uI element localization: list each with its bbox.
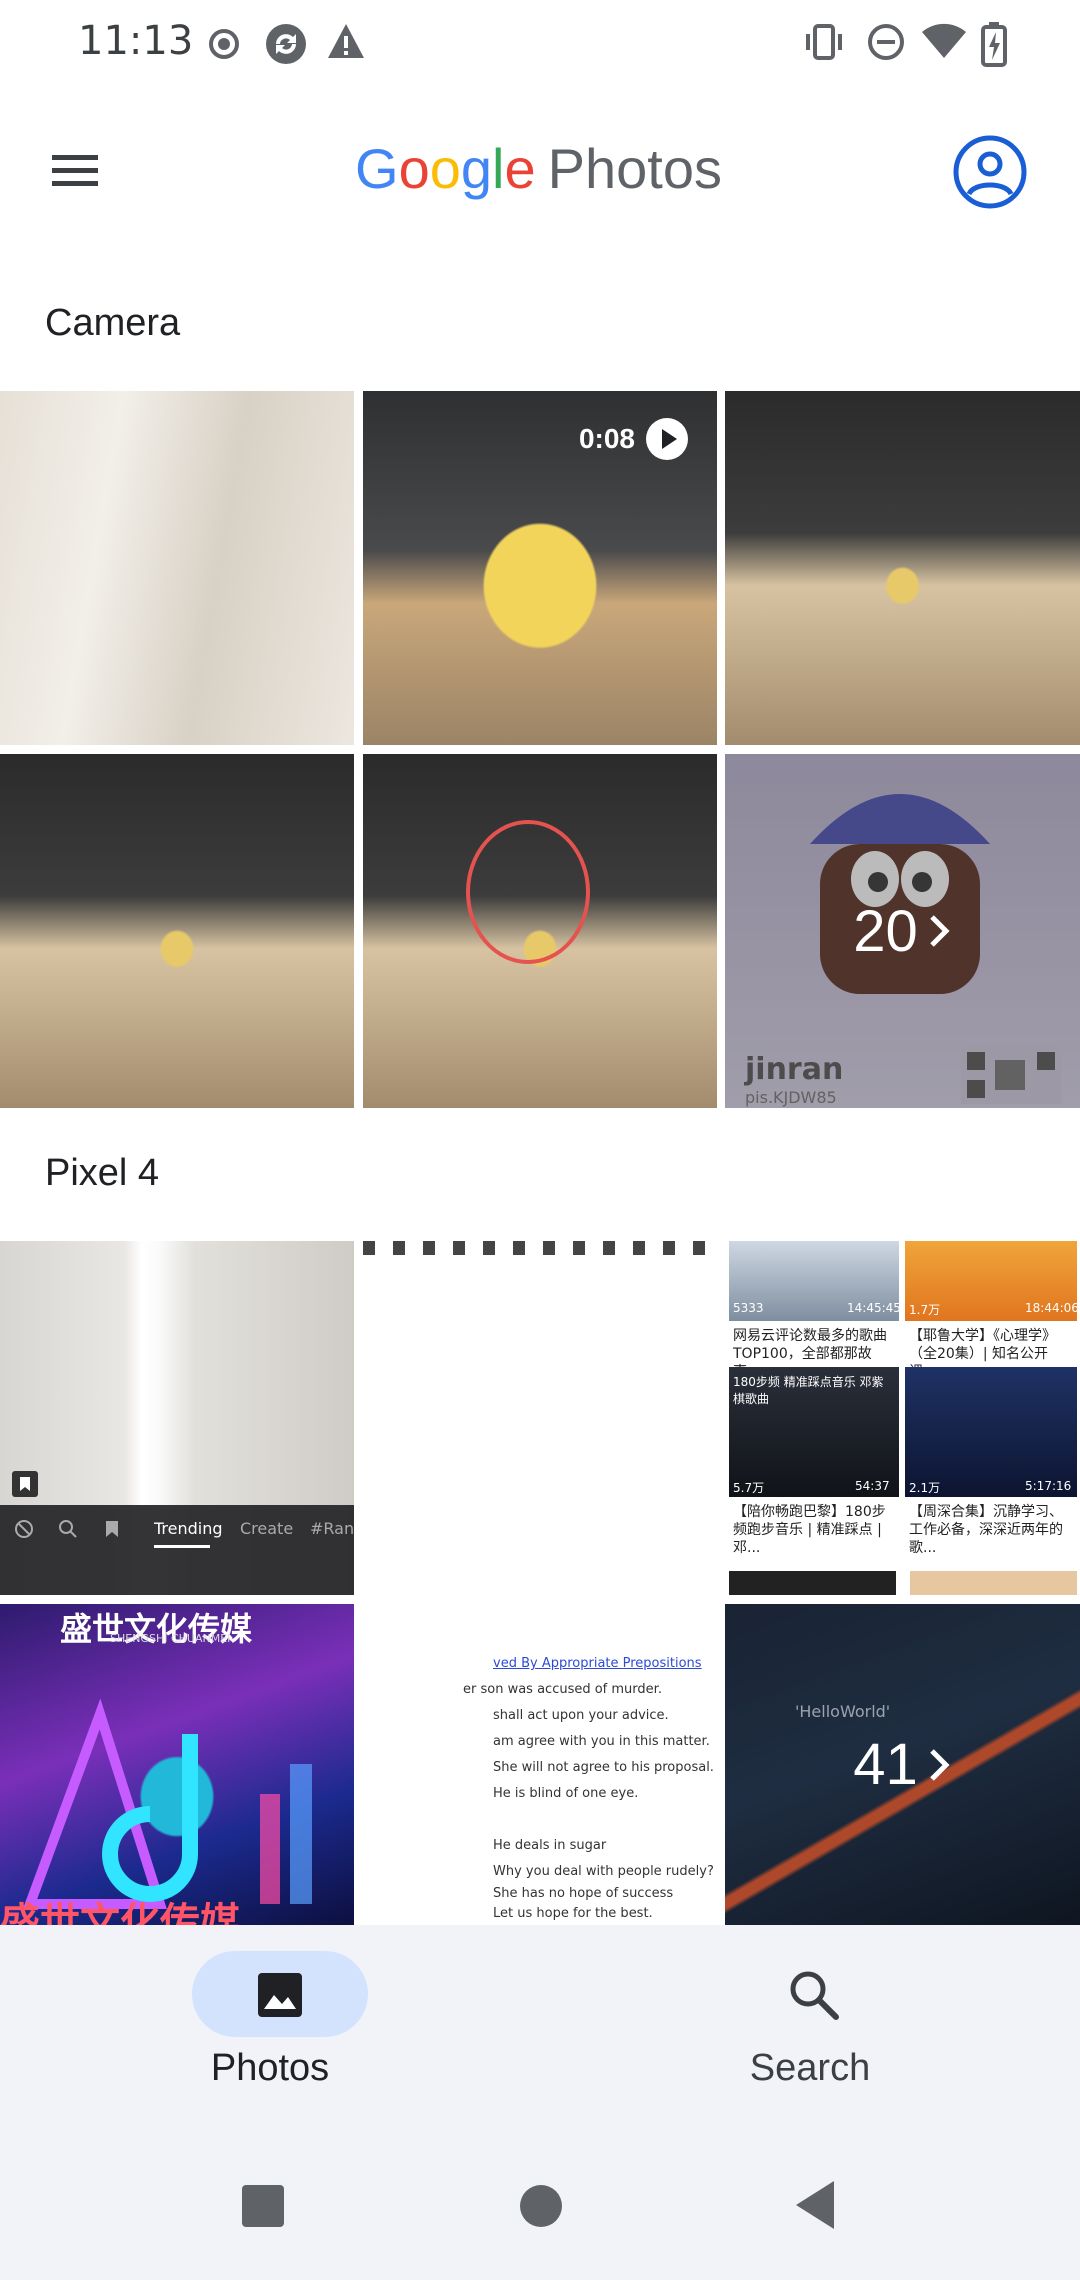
app-logo: Google Photos [355, 136, 722, 201]
chevron-right-icon [929, 915, 950, 947]
more-photos-tile[interactable]: 'HelloWorld' 41 [725, 1604, 1080, 1925]
logo-letter: o [398, 137, 430, 200]
play-icon [646, 418, 688, 460]
doc-line: shall act upon your advice. [493, 1708, 669, 1723]
status-bar: 11:13 [0, 0, 1080, 90]
logo-letter: G [355, 137, 399, 200]
image-subtitle-text: SHENGSHI CHUANMEI [110, 1632, 231, 1645]
document-thumbnail[interactable]: ved By Appropriate Prepositions er son w… [363, 1604, 717, 1925]
bookmark-icon [12, 1471, 38, 1497]
video-duration: 0:08 [578, 423, 635, 454]
chevron-right-icon [929, 1748, 950, 1781]
battery-charging-icon [981, 22, 1007, 67]
active-tab-indicator [154, 1545, 210, 1548]
logo-photos-word: Photos [547, 137, 722, 200]
video-card-meta: 1.7万 [909, 1303, 941, 1317]
photo-thumbnail[interactable] [363, 754, 717, 1108]
doc-line: He deals in sugar [493, 1838, 607, 1853]
video-thumbnail[interactable]: 0:08 [363, 391, 717, 745]
doc-line: ved By Appropriate Prepositions [493, 1656, 702, 1671]
search-icon [790, 1971, 839, 2020]
video-card-duration: 18:44:06 [1025, 1301, 1079, 1315]
more-count: 41 [853, 1732, 918, 1797]
video-card-title: 【周深合集】沉静学习、工作必备，深深近两年的歌... [909, 1504, 1063, 1556]
warning-icon [328, 24, 364, 58]
logo-letter: o [429, 137, 461, 200]
doc-line: He is blind of one eye. [493, 1786, 639, 1801]
photo-thumbnail[interactable] [0, 754, 354, 1108]
video-card-banner: 180步频 精准踩点音乐 邓紫棋歌曲 [733, 1375, 884, 1406]
overlay-tab-trending: Trending [154, 1519, 223, 1538]
doc-line: She will not agree to his proposal. [493, 1760, 714, 1775]
video-card-duration: 54:37 [855, 1479, 890, 1493]
video-card-meta: 2.1万 [909, 1481, 941, 1495]
nav-item-search[interactable]: Search [660, 1925, 960, 2125]
video-card-thumb [905, 1367, 1077, 1497]
do-not-disturb-icon [868, 24, 904, 60]
section-title-camera: Camera [45, 302, 181, 344]
more-count-overlay: 41 [725, 1604, 1080, 1925]
photo-thumbnail[interactable] [725, 391, 1080, 745]
wifi-icon [922, 23, 966, 58]
doc-text-strip [363, 1241, 717, 1255]
record-icon [209, 29, 239, 59]
menu-icon [52, 155, 98, 186]
doc-line: er son was accused of murder. [463, 1682, 662, 1697]
video-card-duration: 5:17:16 [1025, 1479, 1072, 1493]
doc-line: Why you deal with people rudely? [493, 1864, 714, 1879]
video-card-meta: 5.7万 [733, 1481, 765, 1495]
nav-label-search: Search [749, 2047, 871, 2089]
nav-label-photos: Photos [210, 2047, 330, 2089]
back-icon[interactable] [792, 2179, 838, 2231]
image-footer-text: 盛世文化传媒 [0, 1900, 240, 1925]
sync-icon [266, 24, 306, 64]
video-duration-badge: 0:08 [579, 417, 689, 461]
account-button[interactable] [952, 134, 1028, 210]
system-navigation-bar [0, 2125, 1080, 2280]
doc-line: She has no hope of success [493, 1886, 674, 1901]
bookmark-icon [106, 1521, 118, 1537]
video-card-title: 【陪你畅跑巴黎】180步频跑步音乐 | 精准踩点 | 邓... [733, 1504, 886, 1556]
status-time: 11:13 [78, 18, 194, 64]
home-icon[interactable] [518, 2183, 564, 2229]
bottom-navigation: Photos Search [0, 1925, 1080, 2125]
section-title-pixel-4: Pixel 4 [45, 1152, 160, 1194]
overlay-tab-hashtag: #Ran [310, 1519, 354, 1538]
nav-item-photos[interactable]: Photos [120, 1925, 420, 2125]
video-card-meta: 5333 [733, 1301, 764, 1315]
screenshot-thumbnail[interactable] [363, 1241, 717, 1595]
overlay-tab-bar: Trending Create #Ran [0, 1505, 354, 1595]
logo-letter: e [504, 137, 536, 200]
logo-letter: l [492, 137, 505, 200]
block-icon [15, 1520, 33, 1538]
neon-logo-graphic [22, 1698, 312, 1909]
more-count-overlay: 20 [725, 754, 1080, 1108]
doc-line: am agree with you in this matter. [493, 1734, 710, 1749]
search-icon [59, 1520, 77, 1538]
photo-thumbnail[interactable] [0, 391, 354, 745]
video-card-duration: 14:45:45 [847, 1301, 901, 1315]
drawn-circle-annotation [466, 820, 590, 964]
doc-line: Let us hope for the best. [493, 1906, 653, 1921]
more-photos-tile[interactable]: jinran pis.KJDW85 20 [725, 754, 1080, 1108]
screenshot-thumbnail[interactable]: 5333 14:45:45 网易云评论数最多的歌曲TOP100，全部都那故事， … [725, 1241, 1080, 1595]
video-card-thumb [729, 1571, 1077, 1595]
overlay-tab-create: Create [240, 1519, 294, 1538]
menu-button[interactable] [40, 135, 110, 205]
vibrate-icon [806, 24, 842, 60]
photo-icon [258, 1973, 302, 2017]
image-thumbnail[interactable]: 盛世文化传媒 SHENGSHI CHUANMEI 盛世文化传媒 [0, 1604, 354, 1925]
recents-icon[interactable] [240, 2183, 286, 2229]
logo-letter: g [460, 137, 493, 200]
more-count: 20 [853, 898, 918, 964]
account-icon [953, 135, 1027, 209]
screenshot-thumbnail[interactable]: Trending Create #Ran [0, 1241, 354, 1595]
